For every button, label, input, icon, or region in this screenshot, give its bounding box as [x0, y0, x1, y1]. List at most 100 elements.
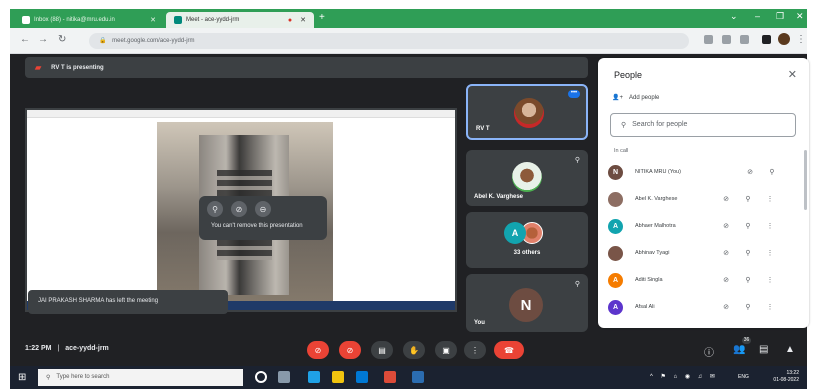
participant-avatar [608, 245, 623, 261]
store-icon[interactable] [356, 371, 368, 383]
participant-row[interactable]: Abel K. Varghese ⊘ ⚲ ⋮ [608, 187, 798, 211]
word-icon[interactable] [412, 371, 424, 383]
profile-avatar[interactable] [778, 33, 790, 45]
presenting-banner: ▰ RV T is presenting [25, 57, 588, 78]
cortana-icon[interactable] [255, 371, 267, 383]
mic-off-icon[interactable]: ⊘ [715, 303, 737, 311]
participant-name: Aditi Singla [635, 277, 663, 283]
close-window-icon[interactable]: ✕ [796, 11, 804, 22]
pin-icon[interactable]: ⚲ [737, 195, 759, 203]
windows-start-icon[interactable]: ⊞ [18, 372, 26, 383]
chrome-taskbar-icon[interactable] [384, 371, 396, 383]
clock[interactable]: 13:22 01-08-2022 [773, 370, 799, 384]
participant-row[interactable]: A Aditi Singla ⊘ ⚲ ⋮ [608, 268, 798, 292]
tab-meet[interactable]: Meet - ace-yydd-jrm ● ✕ [166, 12, 314, 28]
pin-icon[interactable]: ⚲ [737, 222, 759, 230]
taskbar-search-input[interactable]: ⚲ Type here to search [38, 369, 243, 386]
close-panel-icon[interactable]: ✕ [788, 68, 797, 81]
search-icon: ⚲ [621, 122, 627, 129]
more-options-icon[interactable]: ⋮ [759, 222, 781, 230]
chrome-menu-icon[interactable]: ⋮ [796, 34, 806, 45]
back-icon[interactable]: ← [20, 34, 30, 45]
extensions-icon[interactable] [762, 35, 771, 44]
mic-toggle-button[interactable]: ⊘ [307, 341, 329, 359]
add-person-icon: 👤+ [612, 95, 623, 101]
panel-scrollbar[interactable] [804, 150, 807, 210]
close-tab-icon[interactable]: ✕ [300, 16, 306, 24]
participant-name: Abel K. Varghese [635, 196, 678, 202]
recording-dot-icon: ● [287, 16, 293, 24]
participant-row[interactable]: Abhinav Tyagi ⊘ ⚲ ⋮ [608, 241, 798, 265]
participant-name: RV T [476, 126, 490, 132]
captions-button[interactable]: ▤ [371, 341, 393, 359]
mic-off-icon[interactable]: ⊘ [715, 222, 737, 230]
more-options-icon[interactable]: ⋮ [759, 276, 781, 284]
mic-off-icon[interactable]: ⊘ [715, 276, 737, 284]
meeting-time: 1:22 PM [25, 345, 52, 352]
edge-icon[interactable] [308, 371, 320, 383]
more-options-icon[interactable]: ⋮ [759, 195, 781, 203]
pin-icon[interactable]: ⚲ [207, 201, 223, 217]
url-field[interactable]: 🔒 meet.google.com/ace-yydd-jrm [89, 33, 689, 49]
in-call-label: In call [614, 148, 629, 154]
tab-search-icon[interactable]: ⌄ [730, 11, 738, 22]
taskbar-search-placeholder: Type here to search [56, 374, 110, 380]
tab-inbox[interactable]: Inbox (88) - nitika@mru.edu.in ✕ [14, 12, 164, 28]
notification-toast: JAI PRAKASH SHARMA has left the meeting [28, 290, 228, 314]
restore-icon[interactable]: ❐ [776, 11, 784, 22]
participant-tile-others[interactable]: A 33 others [466, 212, 588, 268]
add-people-label: Add people [628, 94, 660, 101]
remove-icon[interactable]: ⊖ [255, 201, 271, 217]
lock-icon: 🔒 [99, 38, 107, 44]
meeting-details-icon[interactable]: ⓘ [704, 344, 714, 359]
close-tab-icon[interactable]: ✕ [150, 16, 156, 24]
pin-icon[interactable]: ⚲ [737, 303, 759, 311]
tooltip-text: You can't remove this presentation [211, 223, 303, 229]
chat-icon[interactable]: ▤ [759, 344, 768, 355]
more-options-icon[interactable]: ⋮ [759, 303, 781, 311]
pin-icon[interactable]: ⚲ [737, 249, 759, 257]
file-explorer-icon[interactable] [332, 371, 344, 383]
participant-row[interactable]: N NITIKA MRU (You) ⊘ ⚲ [608, 160, 798, 184]
others-avatar: A [504, 222, 526, 244]
leave-call-button[interactable]: ☎ [494, 341, 524, 359]
participant-avatar: A [608, 272, 623, 288]
others-count: 33 others [513, 250, 541, 256]
more-options-icon[interactable]: ••• [568, 90, 580, 98]
activities-icon[interactable]: ▲ [785, 344, 795, 355]
forward-icon[interactable]: → [38, 34, 48, 45]
raise-hand-button[interactable]: ✋ [403, 341, 425, 359]
new-tab-icon[interactable]: + [319, 12, 325, 23]
minimize-icon[interactable]: – [755, 11, 760, 21]
more-options-button[interactable]: ⋮ [464, 341, 486, 359]
participant-tile-abel[interactable]: ⚲ Abel K. Varghese [466, 150, 588, 206]
reload-icon[interactable]: ↻ [58, 34, 66, 45]
pin-icon[interactable]: ⚲ [761, 168, 783, 176]
browser-tab-strip: Inbox (88) - nitika@mru.edu.in ✕ Meet - … [10, 9, 807, 28]
people-icon[interactable]: 👥 [733, 344, 745, 355]
bookmark-star-icon[interactable] [740, 35, 749, 44]
participant-tile-rvt[interactable]: ••• RV T [466, 84, 588, 140]
participant-row[interactable]: A Abhaer Malhotra ⊘ ⚲ ⋮ [608, 214, 798, 238]
camera-in-use-icon[interactable] [704, 35, 713, 44]
task-view-icon[interactable] [278, 371, 290, 383]
mute-icon[interactable]: ⊘ [231, 201, 247, 217]
present-button[interactable]: ▣ [435, 341, 457, 359]
participant-row[interactable]: A Afsal Ali ⊘ ⚲ ⋮ [608, 295, 798, 319]
participant-tile-you[interactable]: ⚲ N You [466, 274, 588, 332]
system-tray-icons[interactable]: ^ ⚑ ⌂ ◉ ♫ ✉ [650, 373, 718, 380]
meet-favicon-icon [174, 16, 182, 24]
language-indicator[interactable]: ENG [738, 374, 749, 380]
camera-toggle-button[interactable]: ⊘ [339, 341, 361, 359]
pin-icon[interactable]: ⚲ [737, 276, 759, 284]
people-search-input[interactable]: ⚲ Search for people [610, 113, 796, 137]
more-options-icon[interactable]: ⋮ [759, 249, 781, 257]
add-people-button[interactable]: 👤+ Add people [612, 94, 660, 102]
participant-photo [512, 162, 542, 192]
mic-off-icon[interactable]: ⊘ [715, 195, 737, 203]
participant-avatar: A [608, 299, 623, 315]
mic-off-icon[interactable]: ⊘ [739, 168, 761, 176]
share-icon[interactable] [722, 35, 731, 44]
mic-off-icon[interactable]: ⊘ [715, 249, 737, 257]
presenting-text: RV T is presenting [51, 64, 104, 71]
